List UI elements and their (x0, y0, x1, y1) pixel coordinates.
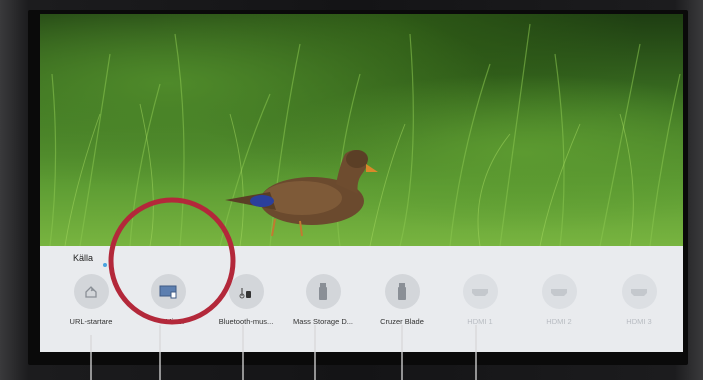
source-item-hdmi-2[interactable]: HDMI 2 (517, 274, 601, 326)
source-item-cruzer-blade[interactable]: Cruzer Blade (360, 274, 444, 326)
duck-in-grass-video (40, 14, 683, 246)
usb-drive-icon (384, 274, 420, 309)
source-label: HDMI 2 (546, 317, 572, 326)
duck (225, 150, 378, 237)
screen-mirroring-icon (150, 274, 186, 309)
hdmi-icon (462, 274, 498, 309)
source-item-mass-storage[interactable]: Mass Storage D... (281, 274, 365, 326)
source-item-screen-mirroring[interactable]: Mirror (126, 274, 210, 326)
source-item-bluetooth-music[interactable]: Bluetooth-mus... (204, 274, 288, 326)
panel-title: Källa (73, 253, 94, 263)
source-item-url-launcher[interactable]: URL-startare (49, 274, 133, 326)
hdmi-icon (541, 274, 577, 309)
source-panel: Källa URL-startare Mirror Bluetooth-mus.… (40, 246, 683, 352)
bluetooth-music-icon (228, 274, 264, 309)
usb-storage-icon (305, 274, 341, 309)
source-item-hdmi-3[interactable]: HDMI 3 (597, 274, 681, 326)
source-label: Mass Storage D... (292, 317, 354, 326)
source-label: URL-startare (69, 317, 113, 326)
tv-screen: Källa URL-startare Mirror Bluetooth-mus.… (40, 14, 683, 352)
hdmi-icon (621, 274, 657, 309)
source-label: Bluetooth-mus... (218, 317, 274, 326)
grass-and-duck-image (49, 23, 681, 246)
url-launcher-icon (73, 274, 109, 309)
source-label: Cruzer Blade (380, 317, 424, 326)
source-label: HDMI 1 (467, 317, 493, 326)
source-label: HDMI 3 (626, 317, 652, 326)
source-item-hdmi-1[interactable]: HDMI 1 (438, 274, 522, 326)
source-label: Mirror (165, 317, 185, 326)
notification-dot (103, 263, 107, 267)
